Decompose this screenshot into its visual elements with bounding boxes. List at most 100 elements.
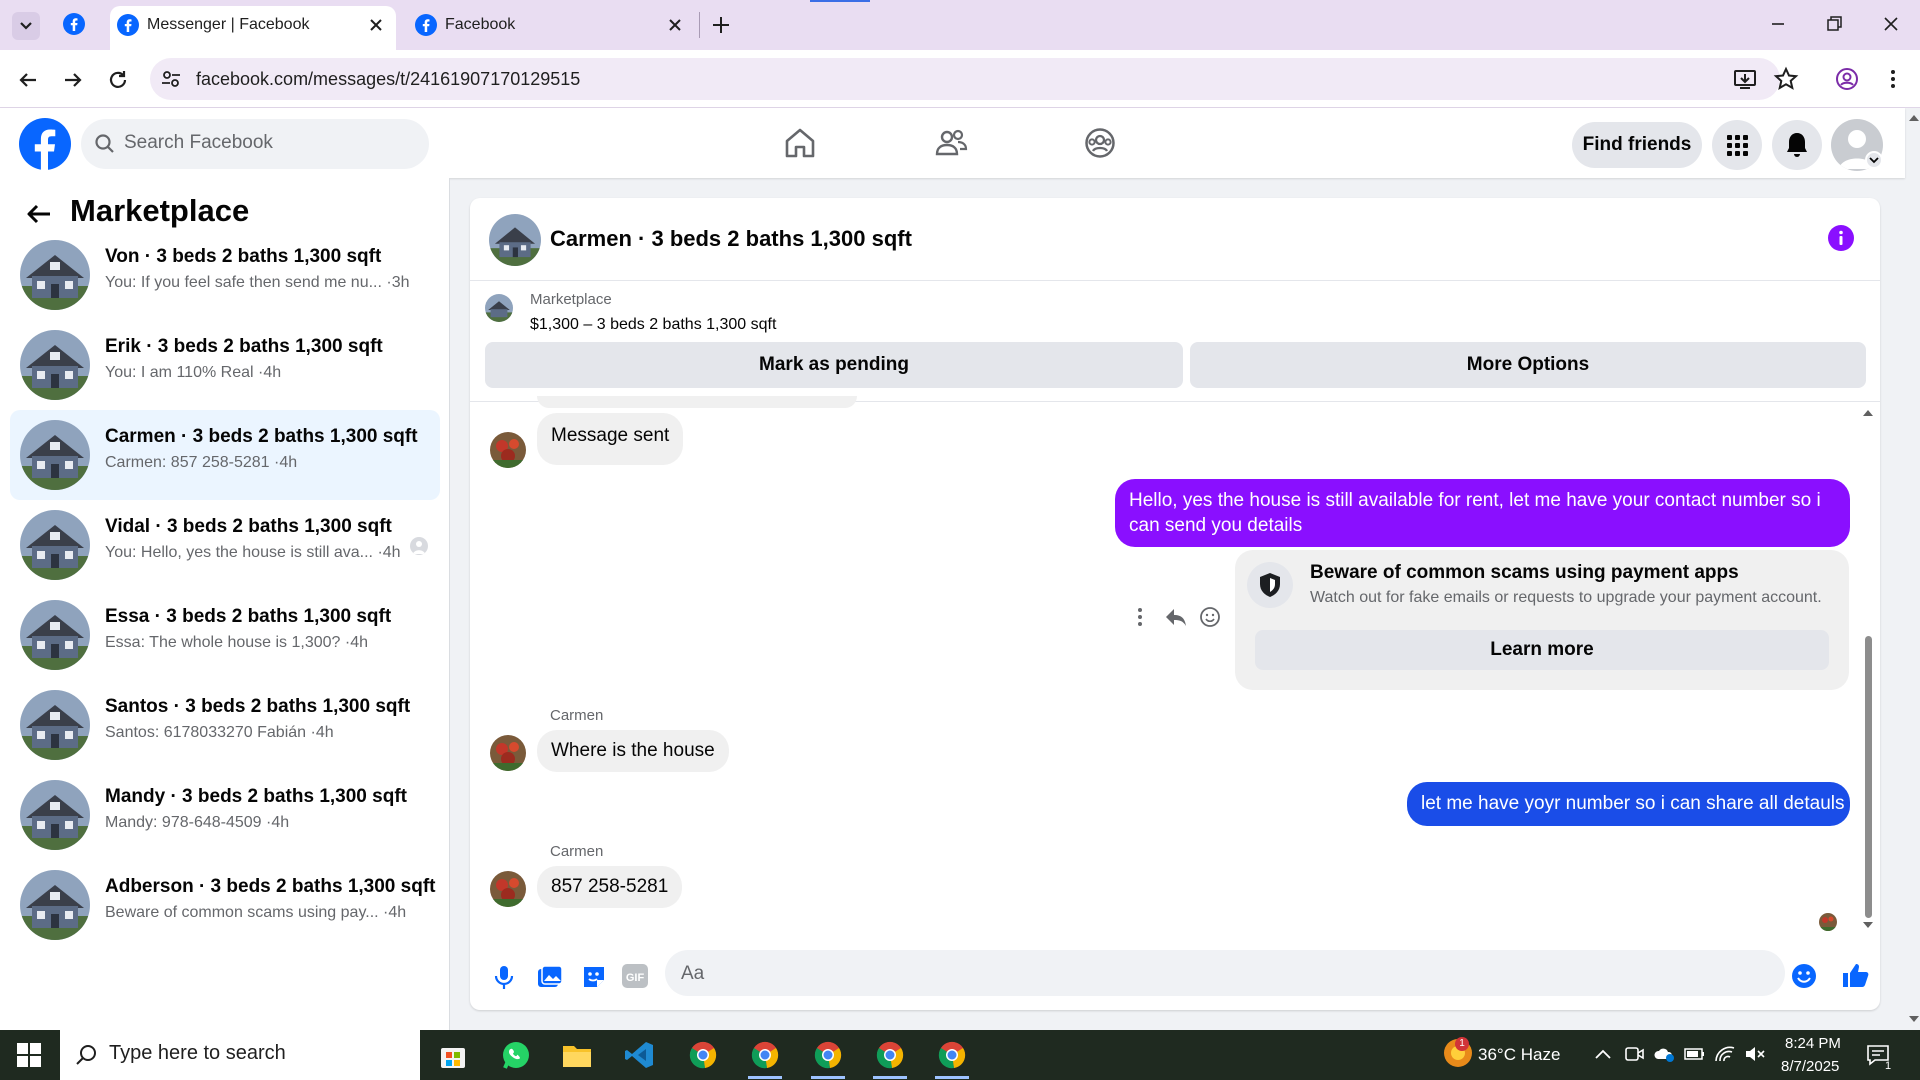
- incoming-message-bubble[interactable]: Where is the house: [537, 730, 729, 772]
- facebook-icon: [415, 14, 437, 36]
- conversation-info-button[interactable]: [1828, 225, 1854, 251]
- conversation-snippet: You: I am 110% Real ·4h: [105, 364, 281, 382]
- new-tab-icon[interactable]: [709, 13, 733, 37]
- outgoing-message-bubble[interactable]: Hello, yes the house is still available …: [1115, 479, 1850, 547]
- close-window-icon[interactable]: [1877, 10, 1905, 38]
- composer-placeholder[interactable]: Aa: [681, 963, 704, 985]
- tab-search-button[interactable]: [12, 12, 40, 40]
- chat-title[interactable]: Carmen · 3 beds 2 baths 1,300 sqft: [550, 226, 912, 252]
- conversation-item[interactable]: Carmen · 3 beds 2 baths 1,300 sqft Carmen…: [10, 410, 440, 500]
- meet-now-icon[interactable]: [1624, 1045, 1644, 1063]
- chrome-app-icon[interactable]: [688, 1040, 718, 1070]
- learn-more-button[interactable]: Learn more: [1255, 630, 1829, 670]
- seen-receipt-avatar: [1819, 913, 1837, 931]
- house-image-icon: [489, 214, 541, 266]
- conversation-item[interactable]: Adberson · 3 beds 2 baths 1,300 sqft Bewa…: [10, 860, 440, 950]
- close-tab-icon[interactable]: [664, 14, 686, 36]
- snippet-time: ·4h: [258, 364, 282, 381]
- conversation-item[interactable]: Von · 3 beds 2 baths 1,300 sqft You: If y…: [10, 230, 440, 320]
- home-icon[interactable]: [783, 126, 817, 160]
- incoming-message-bubble[interactable]: Message sent: [537, 413, 684, 465]
- sticker-icon[interactable]: [579, 962, 609, 992]
- photo-icon[interactable]: [534, 962, 564, 992]
- carmen-avatar[interactable]: [490, 432, 526, 468]
- back-arrow-icon[interactable]: [24, 199, 54, 229]
- conversation-snippet: You: If you feel safe then send me nu...…: [105, 274, 410, 292]
- back-icon[interactable]: [14, 66, 42, 94]
- more-options-button[interactable]: More Options: [1190, 342, 1866, 388]
- snippet-time: ·3h: [386, 274, 410, 291]
- facebook-logo-icon[interactable]: [19, 118, 71, 170]
- conversation-item[interactable]: Vidal · 3 beds 2 baths 1,300 sqft You: He…: [10, 500, 440, 590]
- weather-text[interactable]: 36°C Haze: [1478, 1045, 1560, 1065]
- outgoing-message-bubble[interactable]: let me have yoyr number so i can share a…: [1407, 782, 1850, 826]
- install-app-icon[interactable]: [1732, 66, 1758, 92]
- store-app-icon[interactable]: [438, 1040, 468, 1070]
- friends-icon[interactable]: [934, 126, 968, 160]
- site-info-icon[interactable]: [160, 68, 182, 90]
- taskbar-search-placeholder[interactable]: Type here to search: [109, 1042, 286, 1065]
- message-composer[interactable]: [665, 950, 1785, 996]
- groups-icon[interactable]: [1083, 126, 1117, 160]
- house-image-icon: [20, 510, 90, 580]
- kebab-menu-icon[interactable]: [1880, 66, 1906, 92]
- url-text[interactable]: facebook.com/messages/t/2416190717012951…: [196, 69, 580, 90]
- vscode-app-icon[interactable]: [624, 1040, 654, 1070]
- react-emoji-icon[interactable]: [1199, 606, 1221, 628]
- gif-icon[interactable]: GIF: [622, 964, 648, 988]
- show-hidden-icons-icon[interactable]: [1593, 1046, 1613, 1062]
- windows-start-icon[interactable]: [16, 1042, 42, 1068]
- conversation-item[interactable]: Erik · 3 beds 2 baths 1,300 sqft You: I a…: [10, 320, 440, 410]
- chrome-app-icon[interactable]: [750, 1040, 780, 1070]
- reload-icon[interactable]: [104, 66, 132, 94]
- chrome-app-icon[interactable]: [937, 1040, 967, 1070]
- conversation-item[interactable]: Essa · 3 beds 2 baths 1,300 sqft Essa: Th…: [10, 590, 440, 680]
- reply-icon[interactable]: [1164, 606, 1188, 628]
- like-thumb-icon[interactable]: [1840, 960, 1870, 990]
- find-friends-button[interactable]: Find friends: [1572, 122, 1702, 168]
- restore-icon[interactable]: [1820, 10, 1848, 38]
- chrome-app-icon[interactable]: [813, 1040, 843, 1070]
- tab-title[interactable]: Facebook: [445, 16, 515, 34]
- minimize-icon[interactable]: [1764, 10, 1792, 38]
- whatsapp-app-icon[interactable]: [500, 1039, 532, 1071]
- house-image-icon: [20, 690, 90, 760]
- more-actions-icon[interactable]: [1129, 606, 1151, 628]
- wifi-icon[interactable]: [1714, 1045, 1736, 1063]
- onedrive-icon[interactable]: [1653, 1045, 1675, 1063]
- chrome-app-icon[interactable]: [875, 1040, 905, 1070]
- chat-scroll-down-icon[interactable]: [1862, 920, 1874, 930]
- battery-icon[interactable]: [1684, 1046, 1706, 1062]
- volume-muted-icon[interactable]: [1744, 1045, 1766, 1063]
- incoming-message-bubble[interactable]: 857 258-5281: [537, 866, 683, 908]
- conversation-item[interactable]: Mandy · 3 beds 2 baths 1,300 sqft Mandy: …: [10, 770, 440, 860]
- emoji-picker-icon[interactable]: [1790, 962, 1818, 990]
- house-image-icon: [20, 330, 90, 400]
- chat-scrollbar-thumb[interactable]: [1865, 636, 1872, 918]
- search-placeholder[interactable]: Search Facebook: [124, 132, 273, 154]
- notifications-button[interactable]: [1772, 120, 1822, 170]
- carmen-avatar[interactable]: [490, 735, 526, 771]
- chat-scroll-up-icon[interactable]: [1862, 408, 1874, 418]
- scroll-down-arrow-icon[interactable]: [1908, 1013, 1920, 1025]
- profile-icon[interactable]: [1834, 66, 1860, 92]
- menu-button[interactable]: [1712, 120, 1762, 170]
- close-tab-icon[interactable]: [365, 14, 387, 36]
- conversation-item[interactable]: Santos · 3 beds 2 baths 1,300 sqft Santos…: [10, 680, 440, 770]
- listing-price[interactable]: $1,300 – 3 beds 2 baths 1,300 sqft: [530, 316, 776, 334]
- running-indicator: [873, 1076, 907, 1079]
- scroll-up-arrow-icon[interactable]: [1908, 112, 1920, 124]
- mark-as-pending-button[interactable]: Mark as pending: [485, 342, 1183, 388]
- clock-date[interactable]: 8/7/2025: [1781, 1058, 1839, 1075]
- info-icon: [1839, 230, 1843, 245]
- account-dropdown[interactable]: [1865, 151, 1883, 169]
- chevron-down-icon: [20, 22, 32, 30]
- microphone-icon[interactable]: [489, 962, 519, 992]
- bookmark-star-icon[interactable]: [1773, 66, 1799, 92]
- listing-thumbnail[interactable]: [489, 214, 541, 266]
- pinned-facebook-tab[interactable]: [63, 13, 85, 35]
- carmen-avatar[interactable]: [490, 871, 526, 907]
- clock-time[interactable]: 8:24 PM: [1785, 1035, 1841, 1052]
- forward-icon[interactable]: [59, 66, 87, 94]
- file-explorer-icon[interactable]: [561, 1040, 593, 1070]
